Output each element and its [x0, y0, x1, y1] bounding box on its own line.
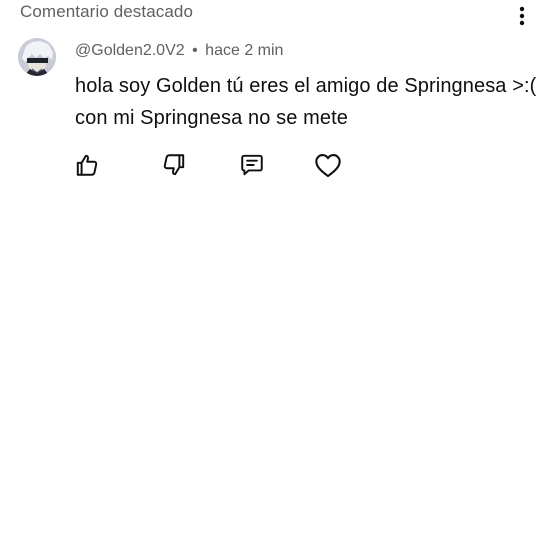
comment-timestamp[interactable]: hace 2 min — [205, 42, 283, 59]
comment-meta: @Golden2.0V2 • hace 2 min — [75, 40, 545, 62]
thumbs-up-icon — [74, 152, 100, 178]
comment-section-header: Comentario destacado — [20, 0, 193, 24]
comment-text: hola soy Golden tú eres el amigo de Spri… — [75, 75, 537, 129]
reply-button[interactable] — [237, 150, 267, 180]
thumbs-down-icon — [161, 152, 187, 178]
heart-button[interactable] — [313, 150, 343, 180]
section-title: Comentario destacado — [20, 2, 194, 21]
avatar[interactable] — [18, 38, 56, 76]
heart-icon — [314, 152, 342, 178]
more-options-button[interactable] — [508, 2, 536, 30]
comment: @Golden2.0V2 • hace 2 min hola soy Golde… — [75, 40, 545, 134]
comment-reply-icon — [239, 152, 265, 178]
more-vertical-icon — [519, 6, 525, 26]
comment-author[interactable]: @Golden2.0V2 — [75, 42, 185, 59]
avatar-image — [18, 38, 56, 76]
comment-actions — [0, 150, 560, 180]
meta-separator: • — [192, 42, 198, 59]
like-button[interactable] — [72, 150, 102, 180]
dislike-button[interactable] — [159, 150, 189, 180]
